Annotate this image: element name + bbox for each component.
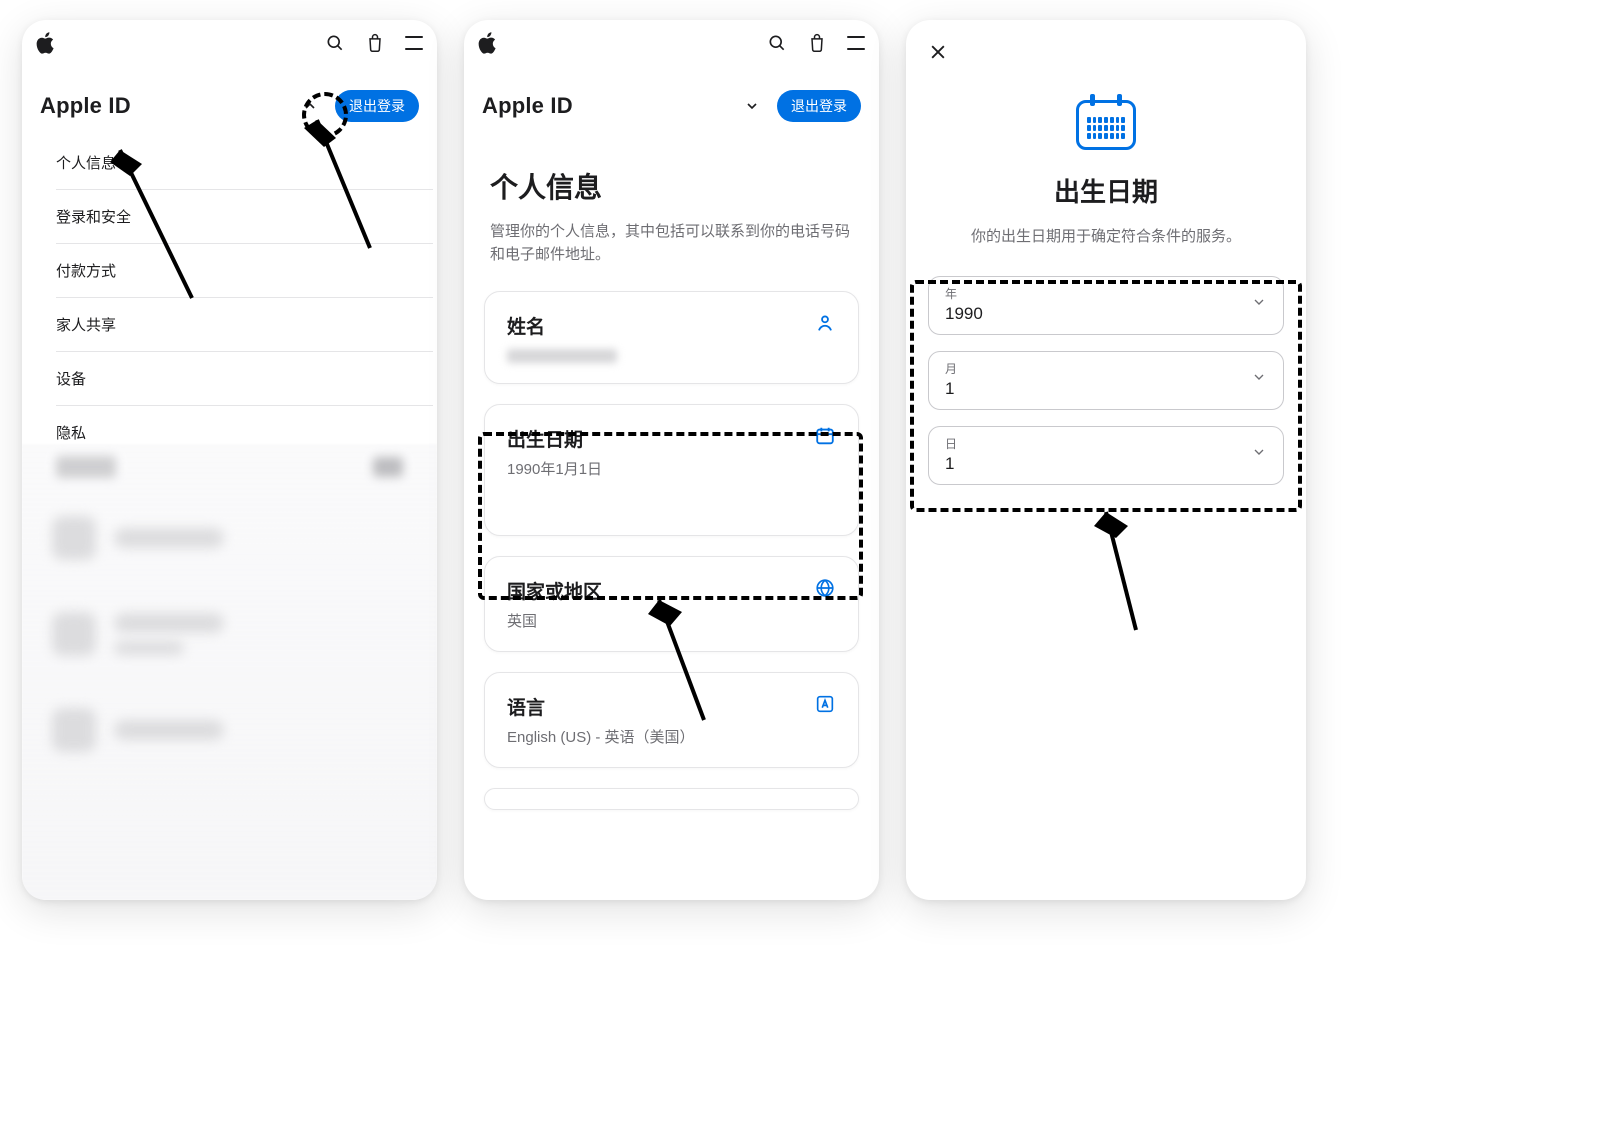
apple-id-header: Apple ID 退出登录 bbox=[22, 66, 437, 136]
modal-title: 出生日期 bbox=[906, 172, 1306, 209]
page-title: Apple ID bbox=[40, 93, 295, 119]
top-nav bbox=[464, 20, 879, 66]
person-icon bbox=[814, 312, 836, 334]
logout-button[interactable]: 退出登录 bbox=[777, 90, 861, 122]
field-label: 日 bbox=[945, 435, 1251, 452]
card-value: 英国 bbox=[507, 610, 814, 631]
chevron-down-icon bbox=[1251, 444, 1267, 465]
card-more[interactable] bbox=[484, 788, 859, 810]
apple-id-header: Apple ID 退出登录 bbox=[464, 66, 879, 136]
section-description: 管理你的个人信息，其中包括可以联系到你的电话号码和电子邮件地址。 bbox=[490, 220, 853, 267]
card-value: English (US) - 英语（美国） bbox=[507, 726, 814, 747]
card-name[interactable]: 姓名 bbox=[484, 291, 859, 384]
search-icon[interactable] bbox=[767, 33, 787, 53]
bag-icon[interactable] bbox=[365, 33, 385, 53]
card-language[interactable]: 语言 English (US) - 英语（美国） bbox=[484, 672, 859, 768]
field-year[interactable]: 年 1990 bbox=[928, 276, 1284, 335]
nav-personal-info[interactable]: 个人信息 bbox=[56, 136, 433, 190]
card-label: 姓名 bbox=[507, 312, 814, 339]
section-title: 个人信息 bbox=[490, 166, 853, 206]
calendar-icon bbox=[814, 425, 836, 447]
card-label: 语言 bbox=[507, 693, 814, 720]
page-title: Apple ID bbox=[482, 93, 737, 119]
side-nav-list: 个人信息 登录和安全 付款方式 家人共享 设备 隐私 bbox=[22, 136, 437, 459]
card-label: 国家或地区 bbox=[507, 577, 814, 604]
redacted-name bbox=[507, 349, 617, 363]
chevron-down-icon bbox=[1251, 294, 1267, 315]
card-birthday[interactable]: 出生日期 1990年1月1日 bbox=[484, 404, 859, 536]
top-nav bbox=[22, 20, 437, 66]
logout-button[interactable]: 退出登录 bbox=[335, 90, 419, 122]
card-region[interactable]: 国家或地区 英国 bbox=[484, 556, 859, 652]
screen-navigation: Apple ID 退出登录 个人信息 登录和安全 付款方式 家人共享 设备 隐私 bbox=[22, 20, 437, 900]
expand-button[interactable] bbox=[737, 91, 767, 121]
apple-logo-icon[interactable] bbox=[36, 32, 325, 54]
screen-personal-info: Apple ID 退出登录 个人信息 管理你的个人信息，其中包括可以联系到你的电… bbox=[464, 20, 879, 900]
nav-devices[interactable]: 设备 bbox=[56, 352, 433, 406]
menu-icon[interactable] bbox=[847, 36, 865, 50]
card-label: 出生日期 bbox=[507, 425, 814, 452]
bag-icon[interactable] bbox=[807, 33, 827, 53]
field-value: 1 bbox=[945, 379, 1251, 399]
field-day[interactable]: 日 1 bbox=[928, 426, 1284, 485]
language-icon bbox=[814, 693, 836, 715]
chevron-down-icon bbox=[1251, 369, 1267, 390]
field-value: 1 bbox=[945, 454, 1251, 474]
nav-payment[interactable]: 付款方式 bbox=[56, 244, 433, 298]
calendar-hero-icon bbox=[1076, 100, 1136, 150]
field-month[interactable]: 月 1 bbox=[928, 351, 1284, 410]
apple-logo-icon[interactable] bbox=[478, 32, 767, 54]
screen-birthday-editor: 出生日期 你的出生日期用于确定符合条件的服务。 年 1990 月 1 日 bbox=[906, 20, 1306, 900]
field-label: 月 bbox=[945, 360, 1251, 377]
modal-description: 你的出生日期用于确定符合条件的服务。 bbox=[906, 225, 1306, 246]
globe-icon bbox=[814, 577, 836, 599]
menu-icon[interactable] bbox=[405, 36, 423, 50]
field-value: 1990 bbox=[945, 304, 1251, 324]
close-button[interactable] bbox=[928, 42, 948, 62]
field-label: 年 bbox=[945, 285, 1251, 302]
card-value: 1990年1月1日 bbox=[507, 458, 814, 479]
blurred-background bbox=[22, 444, 437, 900]
collapse-button[interactable] bbox=[295, 91, 325, 121]
nav-family-sharing[interactable]: 家人共享 bbox=[56, 298, 433, 352]
search-icon[interactable] bbox=[325, 33, 345, 53]
nav-signin-security[interactable]: 登录和安全 bbox=[56, 190, 433, 244]
